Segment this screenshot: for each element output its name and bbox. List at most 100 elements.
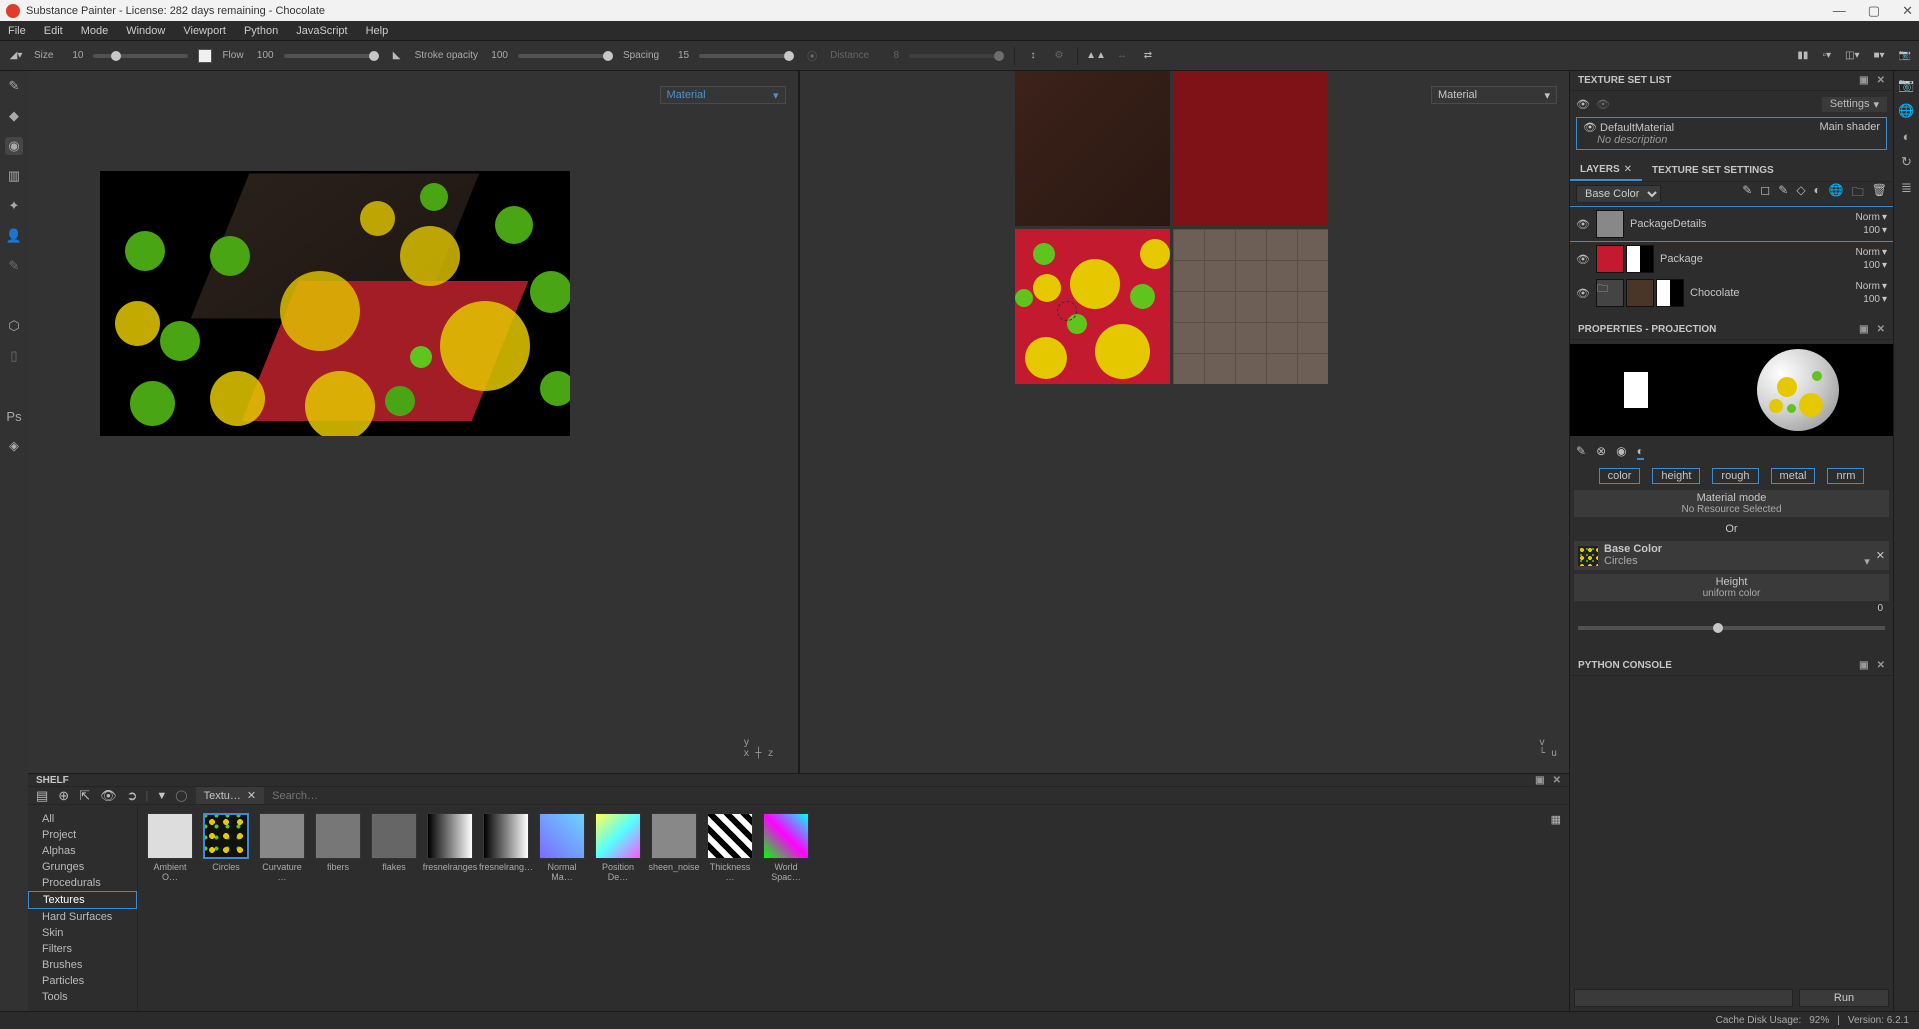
viewport-3d[interactable]: Material▾	[28, 71, 798, 773]
shelf-close-icon[interactable]: ✕	[1553, 775, 1561, 786]
viewport-2d-mode-dropdown[interactable]: Material▾	[1431, 86, 1557, 104]
menu-window[interactable]: Window	[126, 25, 165, 37]
shelf-category-item[interactable]: Particles	[28, 973, 137, 989]
shelf-tab-close-icon[interactable]: ✕	[247, 789, 256, 802]
geometry-tool-icon[interactable]: ⬡	[5, 317, 23, 335]
distance-slider[interactable]	[909, 54, 1004, 58]
shelf-category-item[interactable]: All	[28, 811, 137, 827]
layer-row[interactable]: 👁 🗀 Chocolate Norm ▾100 ▾	[1570, 276, 1893, 310]
tsl-visibility-icon[interactable]: 👁	[1576, 98, 1590, 111]
polygon-fill-tool-icon[interactable]: ▥	[5, 167, 23, 185]
layer-row[interactable]: 👁 Package Norm ▾100 ▾	[1570, 242, 1893, 276]
layer-mask-icon[interactable]: ◻	[1760, 183, 1770, 204]
channel-pill-rough[interactable]: rough	[1712, 468, 1758, 484]
channel-pill-metal[interactable]: metal	[1771, 468, 1816, 484]
mirror-icon[interactable]: ▲▲	[1088, 48, 1104, 64]
console-undock-icon[interactable]: ▣	[1859, 660, 1868, 671]
history-icon[interactable]: ↻	[1901, 154, 1912, 170]
layer-thumbnail-icon[interactable]	[1626, 279, 1654, 307]
symmetry-settings-icon[interactable]: ⚙	[1051, 48, 1067, 64]
shelf-item[interactable]: Thickness …	[706, 813, 754, 882]
menu-help[interactable]: Help	[366, 25, 389, 37]
layer-name[interactable]: PackageDetails	[1630, 218, 1850, 230]
shelf-item[interactable]: Normal Ma…	[538, 813, 586, 882]
layer-name[interactable]: Chocolate	[1690, 287, 1850, 299]
menu-mode[interactable]: Mode	[81, 25, 109, 37]
shelf-tab[interactable]: Textu…✕	[196, 787, 265, 804]
pause-icon[interactable]: ▮▮	[1797, 50, 1808, 61]
shelf-search-input[interactable]	[272, 790, 472, 802]
clone-tool-icon[interactable]: 👤	[5, 227, 23, 245]
viewport-2d[interactable]: Material▾	[800, 71, 1570, 773]
shelf-hide-icon[interactable]: 👁	[100, 788, 117, 804]
layer-delete-icon[interactable]: 🗑	[1872, 183, 1887, 204]
shelf-item[interactable]: sheen_noise	[650, 813, 698, 872]
flow-swatch-icon[interactable]	[198, 49, 212, 63]
console-close-icon[interactable]: ✕	[1877, 660, 1885, 671]
lazy-mouse-icon[interactable]: ⦿	[804, 48, 820, 64]
shelf-category-item[interactable]: Grunges	[28, 859, 137, 875]
menu-javascript[interactable]: JavaScript	[296, 25, 347, 37]
shelf-import-icon[interactable]: ⊕	[58, 788, 69, 804]
shelf-category-item[interactable]: Alphas	[28, 843, 137, 859]
shelf-category-item[interactable]: Brushes	[28, 957, 137, 973]
prop-tab-material-icon[interactable]: ◐	[1637, 444, 1644, 460]
mirror-settings-icon[interactable]: ↔	[1114, 48, 1130, 64]
layer-fill-icon[interactable]: ◇	[1796, 183, 1805, 204]
paint-tool-icon[interactable]: ✎	[5, 77, 23, 95]
screenshot-icon[interactable]: 📷	[1899, 50, 1911, 61]
layer-mask-thumbnail-icon[interactable]	[1656, 279, 1684, 307]
shelf-view-mode-icon[interactable]: ▦	[1551, 813, 1561, 826]
channel-pill-nrm[interactable]: nrm	[1827, 468, 1864, 484]
menu-file[interactable]: File	[8, 25, 26, 37]
maximize-icon[interactable]: ▢	[1868, 3, 1880, 19]
opacity-swatch-icon[interactable]: ◣	[389, 48, 405, 64]
layer-smart-icon[interactable]: ✎	[1778, 183, 1788, 204]
layer-thumbnail-icon[interactable]	[1596, 210, 1624, 238]
channel-pill-height[interactable]: height	[1652, 468, 1700, 484]
minimize-icon[interactable]: —	[1833, 3, 1846, 19]
shelf-item[interactable]: fresnelrang…	[482, 813, 530, 872]
shelf-item[interactable]: Circles	[202, 813, 250, 872]
layer-folder-thumbnail-icon[interactable]: 🗀	[1596, 279, 1624, 307]
shelf-filter-icon[interactable]: ▼	[156, 790, 167, 802]
flow-slider[interactable]	[284, 54, 379, 58]
height-resource[interactable]: Height uniform color	[1574, 574, 1889, 601]
tab-texture-set-settings[interactable]: TEXTURE SET SETTINGS	[1642, 160, 1784, 181]
perspective-icon[interactable]: ◫▾	[1845, 50, 1859, 61]
menu-edit[interactable]: Edit	[44, 25, 63, 37]
base-color-swatch-icon[interactable]	[1578, 546, 1598, 566]
brush-preset-icon[interactable]: ◢▾	[8, 48, 24, 64]
layer-visibility-icon[interactable]: 👁	[1576, 287, 1590, 300]
texture-set-item[interactable]: 👁 DefaultMaterialMain shader No descript…	[1576, 117, 1887, 150]
shelf-category-item[interactable]: Procedurals	[28, 875, 137, 891]
shelf-item[interactable]: Position De…	[594, 813, 642, 882]
layers-tab-close-icon[interactable]: ✕	[1624, 164, 1632, 175]
layer-mask-thumbnail-icon[interactable]	[1626, 245, 1654, 273]
shelf-export-icon[interactable]: ➲	[127, 788, 138, 804]
prop-tab-brush-icon[interactable]: ✎	[1576, 444, 1586, 460]
shelf-category-item[interactable]: Project	[28, 827, 137, 843]
layer-name[interactable]: Package	[1660, 253, 1850, 265]
smudge-tool-icon[interactable]: ✦	[5, 197, 23, 215]
tsl-solo-icon[interactable]: 👁	[1596, 98, 1610, 111]
log-icon[interactable]: ≣	[1901, 180, 1912, 196]
resource-icon[interactable]: ◈	[5, 437, 23, 455]
viewer-settings-icon[interactable]: 📷	[1898, 77, 1914, 93]
shelf-item[interactable]: fibers	[314, 813, 362, 872]
layer-row[interactable]: 👁 PackageDetails Norm ▾100 ▾	[1570, 206, 1893, 242]
tsl-settings-button[interactable]: Settings▾	[1822, 97, 1887, 112]
layer-thumbnail-icon[interactable]	[1596, 245, 1624, 273]
shelf-item[interactable]: World Spac…	[762, 813, 810, 882]
symmetry-icon[interactable]: ↕	[1025, 48, 1041, 64]
spacing-slider[interactable]	[699, 54, 794, 58]
layer-effect-icon[interactable]: ✎	[1742, 183, 1752, 204]
camera-icon[interactable]: ■▾	[1873, 50, 1884, 61]
shelf-category-item[interactable]: Tools	[28, 989, 137, 1005]
height-slider[interactable]	[1578, 626, 1885, 630]
tsl-close-icon[interactable]: ✕	[1877, 75, 1885, 86]
close-icon[interactable]: ✕	[1902, 3, 1913, 19]
display-settings-icon[interactable]: 🌐	[1898, 103, 1914, 119]
tab-layers[interactable]: LAYERS✕	[1570, 160, 1642, 181]
console-input[interactable]	[1574, 989, 1793, 1007]
